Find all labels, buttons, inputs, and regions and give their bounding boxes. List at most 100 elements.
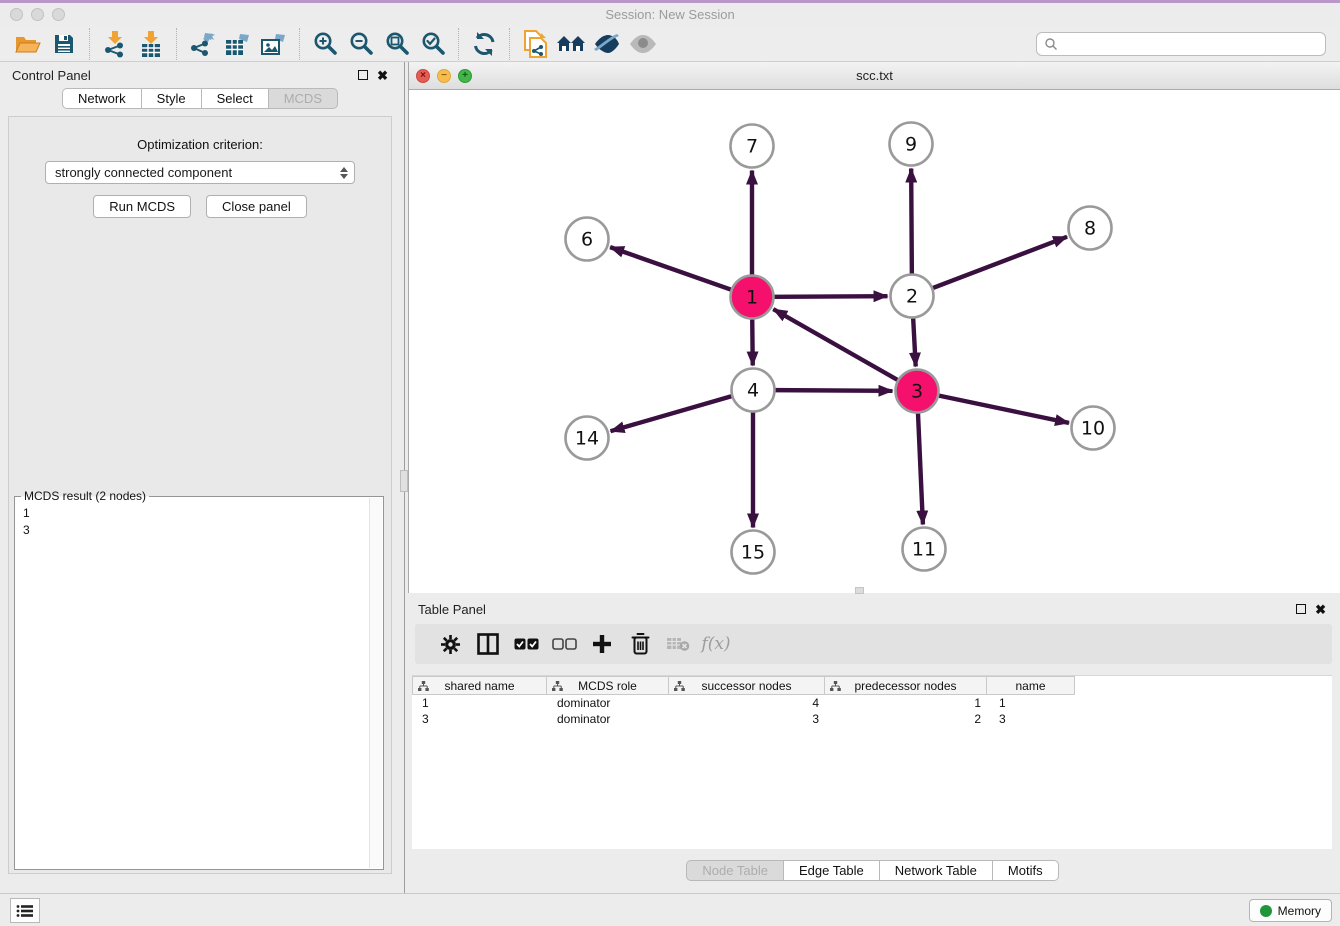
node-1[interactable]: 1 xyxy=(731,276,774,319)
node-2[interactable]: 2 xyxy=(891,275,934,318)
edge-4-3[interactable] xyxy=(775,390,892,391)
table-panel-header: Table Panel ✖ xyxy=(405,597,1340,621)
close-panel-button[interactable]: Close panel xyxy=(206,195,307,218)
column-header-successor-nodes[interactable]: successor nodes xyxy=(669,676,825,695)
mcds-result-group: MCDS result (2 nodes) 13 xyxy=(14,496,384,870)
show-details-icon[interactable] xyxy=(625,29,661,59)
svg-text:2: 2 xyxy=(906,286,918,308)
memory-button[interactable]: Memory xyxy=(1249,899,1332,922)
table-row[interactable]: 3dominator323 xyxy=(412,711,1332,727)
table-cell: dominator xyxy=(547,695,669,711)
divider-grip[interactable] xyxy=(400,470,408,492)
task-history-button[interactable] xyxy=(10,898,40,923)
table-tab-motifs[interactable]: Motifs xyxy=(993,860,1059,881)
result-scrollbar[interactable] xyxy=(369,498,382,868)
run-mcds-button[interactable]: Run MCDS xyxy=(93,195,191,218)
table-tab-network-table[interactable]: Network Table xyxy=(880,860,993,881)
toolbar-separator xyxy=(458,28,459,60)
table-close-panel-icon[interactable]: ✖ xyxy=(1315,603,1326,616)
clone-network-icon[interactable] xyxy=(517,29,553,59)
table-cell: dominator xyxy=(547,711,669,727)
table-cell: 1 xyxy=(987,695,1075,711)
toolbar-separator xyxy=(176,28,177,60)
column-header-MCDS-role[interactable]: MCDS role xyxy=(547,676,669,695)
zoom-in-icon[interactable] xyxy=(307,29,343,59)
tab-select[interactable]: Select xyxy=(202,88,269,109)
network-graph[interactable]: 7 9 6 8 1 2 4 3 14 10 15 11 xyxy=(409,90,1340,592)
node-8[interactable]: 8 xyxy=(1069,207,1112,250)
edge-3-1[interactable] xyxy=(773,309,897,380)
table-float-panel-icon[interactable] xyxy=(1296,604,1306,614)
split-columns-icon[interactable] xyxy=(469,628,507,660)
network-window-title: scc.txt xyxy=(409,68,1340,83)
save-icon[interactable] xyxy=(46,29,82,59)
select-all-checked-icon[interactable] xyxy=(507,628,545,660)
home-icon[interactable] xyxy=(553,29,589,59)
column-header-name[interactable]: name xyxy=(987,676,1075,695)
table-panel-title: Table Panel xyxy=(418,602,486,617)
column-label: successor nodes xyxy=(701,679,791,693)
tab-style[interactable]: Style xyxy=(142,88,202,109)
zoom-out-icon[interactable] xyxy=(343,29,379,59)
edge-3-11[interactable] xyxy=(918,413,923,524)
column-header-predecessor-nodes[interactable]: predecessor nodes xyxy=(825,676,987,695)
column-label: shared name xyxy=(444,679,514,693)
node-14[interactable]: 14 xyxy=(566,417,609,460)
tab-mcds[interactable]: MCDS xyxy=(269,88,338,109)
node-3[interactable]: 3 xyxy=(896,370,939,413)
table-row[interactable]: 1dominator411 xyxy=(412,695,1332,711)
zoom-selected-icon[interactable] xyxy=(415,29,451,59)
edge-2-9[interactable] xyxy=(911,168,912,273)
open-folder-icon[interactable] xyxy=(10,29,46,59)
import-table-icon[interactable] xyxy=(133,29,169,59)
network-canvas[interactable]: 7 9 6 8 1 2 4 3 14 10 15 11 xyxy=(409,90,1340,592)
trash-icon[interactable] xyxy=(621,628,659,660)
tab-network[interactable]: Network xyxy=(62,88,142,109)
add-icon[interactable] xyxy=(583,628,621,660)
edge-1-6[interactable] xyxy=(610,247,731,289)
import-network-icon[interactable] xyxy=(97,29,133,59)
mcds-panel: Optimization criterion: strongly connect… xyxy=(8,116,392,874)
export-network-icon[interactable] xyxy=(184,29,220,59)
column-header-shared-name[interactable]: shared name xyxy=(412,676,547,695)
node-4[interactable]: 4 xyxy=(732,369,775,412)
node-6[interactable]: 6 xyxy=(566,218,609,261)
edge-3-10[interactable] xyxy=(939,396,1069,423)
svg-text:3: 3 xyxy=(911,381,923,403)
mcds-result-title: MCDS result (2 nodes) xyxy=(21,489,149,503)
svg-text:9: 9 xyxy=(905,134,917,156)
table-tab-edge-table[interactable]: Edge Table xyxy=(784,860,880,881)
table-cell: 1 xyxy=(825,695,987,711)
export-image-icon[interactable] xyxy=(256,29,292,59)
hide-details-icon[interactable] xyxy=(589,29,625,59)
toolbar-separator xyxy=(299,28,300,60)
horizontal-divider-grip[interactable] xyxy=(855,587,864,594)
edge-2-8[interactable] xyxy=(933,237,1067,288)
svg-text:1: 1 xyxy=(746,287,758,309)
column-label: MCDS role xyxy=(578,679,637,693)
node-11[interactable]: 11 xyxy=(903,528,946,571)
gear-icon[interactable] xyxy=(431,628,469,660)
close-panel-icon[interactable]: ✖ xyxy=(377,69,388,82)
edge-1-2[interactable] xyxy=(774,296,887,297)
network-window-titlebar[interactable]: scc.txt × − + xyxy=(409,62,1340,90)
table-tabs-bar: Node TableEdge TableNetwork TableMotifs xyxy=(405,860,1340,881)
refresh-icon[interactable] xyxy=(466,29,502,59)
table-cell: 3 xyxy=(669,711,825,727)
node-9[interactable]: 9 xyxy=(890,123,933,166)
node-10[interactable]: 10 xyxy=(1072,407,1115,450)
search-box[interactable] xyxy=(1036,32,1326,56)
edge-4-14[interactable] xyxy=(611,396,732,431)
select-none-unchecked-icon[interactable] xyxy=(545,628,583,660)
export-table-icon[interactable] xyxy=(220,29,256,59)
edge-2-3[interactable] xyxy=(913,318,916,366)
search-input[interactable] xyxy=(1058,37,1318,51)
node-table[interactable]: shared name MCDS role successor nodes prede… xyxy=(412,675,1332,849)
node-15[interactable]: 15 xyxy=(732,531,775,574)
float-panel-icon[interactable] xyxy=(358,70,368,80)
toolbar-separator xyxy=(89,28,90,60)
zoom-fit-icon[interactable] xyxy=(379,29,415,59)
table-tab-node-table[interactable]: Node Table xyxy=(686,860,784,881)
node-7[interactable]: 7 xyxy=(731,125,774,168)
optimization-criterion-dropdown[interactable]: strongly connected component xyxy=(45,161,355,184)
